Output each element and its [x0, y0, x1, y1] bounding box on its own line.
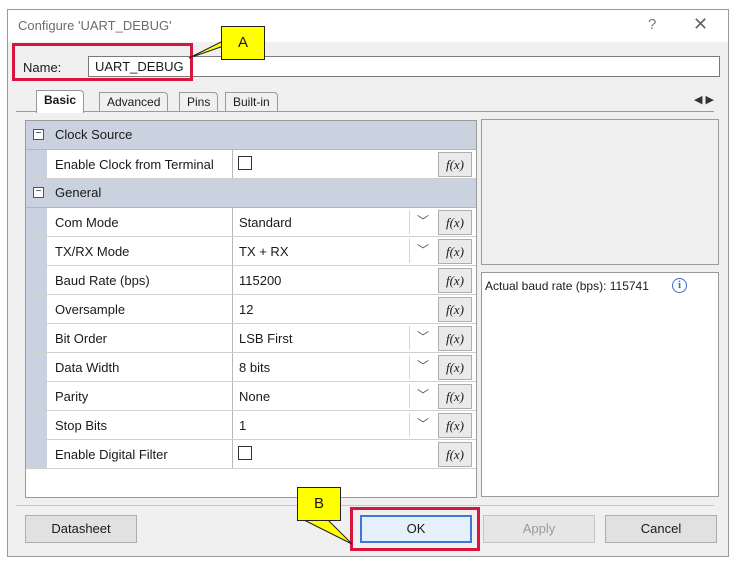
property-row-bit-order: Bit Order LSB First ﹀ f(x)	[26, 324, 476, 353]
row-gutter	[26, 266, 47, 294]
data-width-dropdown[interactable]: 8 bits ﹀	[232, 353, 436, 381]
name-label: Name:	[23, 60, 62, 75]
stop-bits-dropdown[interactable]: 1 ﹀	[232, 411, 436, 439]
property-value: LSB First	[239, 331, 293, 346]
row-gutter	[26, 324, 47, 352]
property-name: Stop Bits	[55, 418, 108, 433]
property-value: TX + RX	[239, 244, 289, 259]
property-value: None	[239, 389, 271, 404]
name-row: Name: UART_DEBUG	[16, 54, 722, 78]
property-row-baud-rate: Baud Rate (bps) 115200 f(x)	[26, 266, 476, 295]
bit-order-dropdown[interactable]: LSB First ﹀	[232, 324, 436, 352]
help-icon[interactable]: ?	[648, 16, 656, 33]
tab-pins[interactable]: Pins	[179, 92, 219, 112]
property-name: Enable Clock from Terminal	[55, 157, 214, 172]
row-gutter	[26, 353, 47, 381]
property-value: 8 bits	[239, 360, 271, 375]
property-name: Data Width	[55, 360, 120, 375]
tab-divider	[16, 111, 714, 112]
property-value-cell[interactable]	[232, 150, 436, 178]
ok-button[interactable]: OK	[360, 515, 472, 543]
fx-button[interactable]: f(x)	[438, 268, 472, 293]
fx-button[interactable]: f(x)	[438, 326, 472, 351]
com-mode-dropdown[interactable]: Standard ﹀	[232, 208, 436, 236]
property-value: 12	[239, 302, 254, 317]
configure-dialog: Configure 'UART_DEBUG' ? ✕ Name: UART_DE…	[7, 9, 729, 557]
chevron-down-icon[interactable]: ﹀	[409, 413, 436, 437]
info-panel: Actual baud rate (bps): 115741 i	[481, 272, 719, 497]
category-general[interactable]: − General	[26, 179, 476, 208]
property-row-oversample: Oversample 12 f(x)	[26, 295, 476, 324]
category-label: General	[55, 185, 102, 200]
property-row-data-width: Data Width 8 bits ﹀ f(x)	[26, 353, 476, 382]
property-row-stop-bits: Stop Bits 1 ﹀ f(x)	[26, 411, 476, 440]
property-grid: − Clock Source Enable Clock from Termina…	[25, 120, 477, 498]
row-gutter	[26, 150, 47, 178]
baud-rate-input[interactable]: 115200	[232, 266, 436, 294]
property-row-enable-clock: Enable Clock from Terminal f(x)	[26, 150, 476, 179]
tab-built-in[interactable]: Built-in	[225, 92, 278, 112]
row-gutter	[26, 411, 47, 439]
property-name: Parity	[55, 389, 89, 404]
chevron-down-icon[interactable]: ﹀	[409, 384, 436, 408]
property-name: Enable Digital Filter	[55, 447, 168, 462]
property-name: Bit Order	[55, 331, 108, 346]
enable-clock-checkbox[interactable]	[238, 156, 252, 170]
property-name: Baud Rate (bps)	[55, 273, 150, 288]
name-input[interactable]: UART_DEBUG	[88, 56, 720, 77]
chevron-down-icon[interactable]: ﹀	[409, 210, 436, 234]
parity-dropdown[interactable]: None ﹀	[232, 382, 436, 410]
txrx-mode-dropdown[interactable]: TX + RX ﹀	[232, 237, 436, 265]
property-name: Com Mode	[55, 215, 119, 230]
callout-a: A	[221, 26, 265, 60]
fx-button[interactable]: f(x)	[438, 413, 472, 438]
tab-basic[interactable]: Basic	[36, 90, 85, 113]
fx-button[interactable]: f(x)	[438, 384, 472, 409]
fx-button[interactable]: f(x)	[438, 442, 472, 467]
fx-button[interactable]: f(x)	[438, 210, 472, 235]
apply-button: Apply	[483, 515, 595, 543]
row-gutter	[26, 208, 47, 236]
chevron-down-icon[interactable]: ﹀	[409, 326, 436, 350]
tab-scroll-arrows[interactable]: ◀▶	[694, 93, 717, 106]
chevron-down-icon[interactable]: ﹀	[409, 239, 436, 263]
property-name: TX/RX Mode	[55, 244, 130, 259]
collapse-icon[interactable]: −	[33, 187, 44, 198]
cancel-button[interactable]: Cancel	[605, 515, 717, 543]
category-label: Clock Source	[55, 127, 133, 142]
tab-advanced[interactable]: Advanced	[99, 92, 169, 112]
row-gutter	[26, 440, 47, 468]
row-gutter	[26, 295, 47, 323]
preview-panel	[481, 119, 719, 265]
category-clock-source[interactable]: − Clock Source	[26, 121, 476, 150]
info-icon[interactable]: i	[672, 278, 687, 293]
button-separator	[16, 505, 714, 506]
fx-button[interactable]: f(x)	[438, 239, 472, 264]
property-row-digital-filter: Enable Digital Filter f(x)	[26, 440, 476, 469]
datasheet-button[interactable]: Datasheet	[25, 515, 137, 543]
property-value: Standard	[239, 215, 292, 230]
callout-b: B	[297, 487, 341, 521]
close-icon[interactable]: ✕	[693, 14, 708, 35]
fx-button[interactable]: f(x)	[438, 152, 472, 177]
title-bar: Configure 'UART_DEBUG' ? ✕	[8, 10, 728, 42]
row-gutter	[26, 237, 47, 265]
property-row-parity: Parity None ﹀ f(x)	[26, 382, 476, 411]
chevron-down-icon[interactable]: ﹀	[409, 355, 436, 379]
row-gutter	[26, 382, 47, 410]
oversample-input[interactable]: 12	[232, 295, 436, 323]
collapse-icon[interactable]: −	[33, 129, 44, 140]
window-title: Configure 'UART_DEBUG'	[18, 18, 172, 33]
property-value: 1	[239, 418, 247, 433]
digital-filter-checkbox[interactable]	[238, 446, 252, 460]
property-name: Oversample	[55, 302, 126, 317]
tab-strip: Basic Advanced Pins Built-in ◀▶	[24, 90, 717, 113]
actual-baud-rate: Actual baud rate (bps): 115741	[485, 279, 649, 293]
fx-button[interactable]: f(x)	[438, 297, 472, 322]
property-row-txrx-mode: TX/RX Mode TX + RX ﹀ f(x)	[26, 237, 476, 266]
property-row-com-mode: Com Mode Standard ﹀ f(x)	[26, 208, 476, 237]
property-value-cell[interactable]	[232, 440, 436, 468]
fx-button[interactable]: f(x)	[438, 355, 472, 380]
property-value: 115200	[239, 273, 282, 288]
